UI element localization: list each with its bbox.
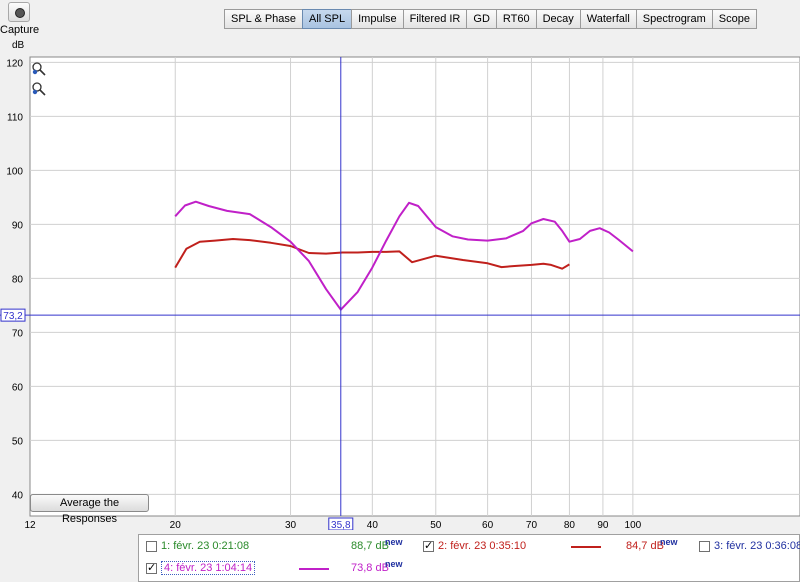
legend-value: 84,7 dB (626, 540, 664, 552)
y-tick-label: 120 (6, 58, 23, 69)
y-tick-label: 60 (12, 382, 24, 393)
legend-label[interactable]: 1: févr. 23 0:21:08 (161, 540, 249, 552)
y-tick-label: 70 (12, 328, 24, 339)
legend-new-badge: new (385, 537, 403, 547)
y-tick-label: 40 (12, 490, 24, 501)
spl-chart[interactable]: 40 50 60 70 80 90 100 110 120 12 20 30 40 50 60 70 80 90 1… (0, 0, 800, 530)
x-tick-label: 40 (367, 520, 379, 530)
legend-item-4: 4: févr. 23 1:04:14 (146, 559, 256, 577)
x-tick-label: 100 (625, 520, 642, 530)
legend-label[interactable]: 4: févr. 23 1:04:14 (161, 561, 256, 575)
x-tick-label: 12 (24, 520, 36, 530)
x-tick-label: 30 (285, 520, 297, 530)
legend-item-2: 2: févr. 23 0:35:10 (423, 537, 526, 555)
cursor-y-label: 73,2 (3, 311, 23, 322)
plot-area[interactable] (29, 56, 800, 517)
x-tick-label: 50 (430, 520, 442, 530)
legend-label[interactable]: 3: févr. 23 0:36:08 (714, 540, 800, 552)
legend-value: 73,8 dB (351, 562, 389, 574)
legend-new-badge: new (660, 537, 678, 547)
average-responses-button[interactable]: Average the Responses (30, 494, 149, 525)
x-tick-label: 20 (170, 520, 182, 530)
legend-new-badge: new (385, 559, 403, 569)
y-tick-label: 110 (7, 112, 23, 123)
zoom-in-icon[interactable] (31, 61, 47, 77)
legend-checkbox[interactable] (423, 539, 434, 552)
y-tick-label: 80 (12, 274, 24, 285)
x-tick-label: 60 (482, 520, 494, 530)
x-tick-label: 80 (564, 520, 576, 530)
legend-line-swatch (299, 568, 329, 570)
y-tick-label: 100 (6, 166, 23, 177)
y-tick-label: 50 (12, 436, 24, 447)
legend-label[interactable]: 2: févr. 23 0:35:10 (438, 540, 526, 552)
measurement-legend: 1: févr. 23 0:21:0888,7 dBnew2: févr. 23… (138, 534, 800, 582)
legend-item-1: 1: févr. 23 0:21:08 (146, 537, 249, 555)
x-tick-label: 70 (526, 520, 538, 530)
legend-checkbox[interactable] (699, 540, 710, 552)
cursor-x-label: 35,8 (331, 520, 351, 530)
legend-value: 88,7 dB (351, 540, 389, 552)
legend-item-3: 3: févr. 23 0:36:08 (699, 537, 800, 555)
legend-checkbox[interactable] (146, 540, 157, 552)
legend-line-swatch (571, 546, 601, 548)
legend-checkbox[interactable] (146, 561, 157, 574)
zoom-out-icon[interactable] (31, 81, 47, 97)
y-tick-label: 90 (12, 220, 24, 231)
x-tick-label: 90 (597, 520, 609, 530)
